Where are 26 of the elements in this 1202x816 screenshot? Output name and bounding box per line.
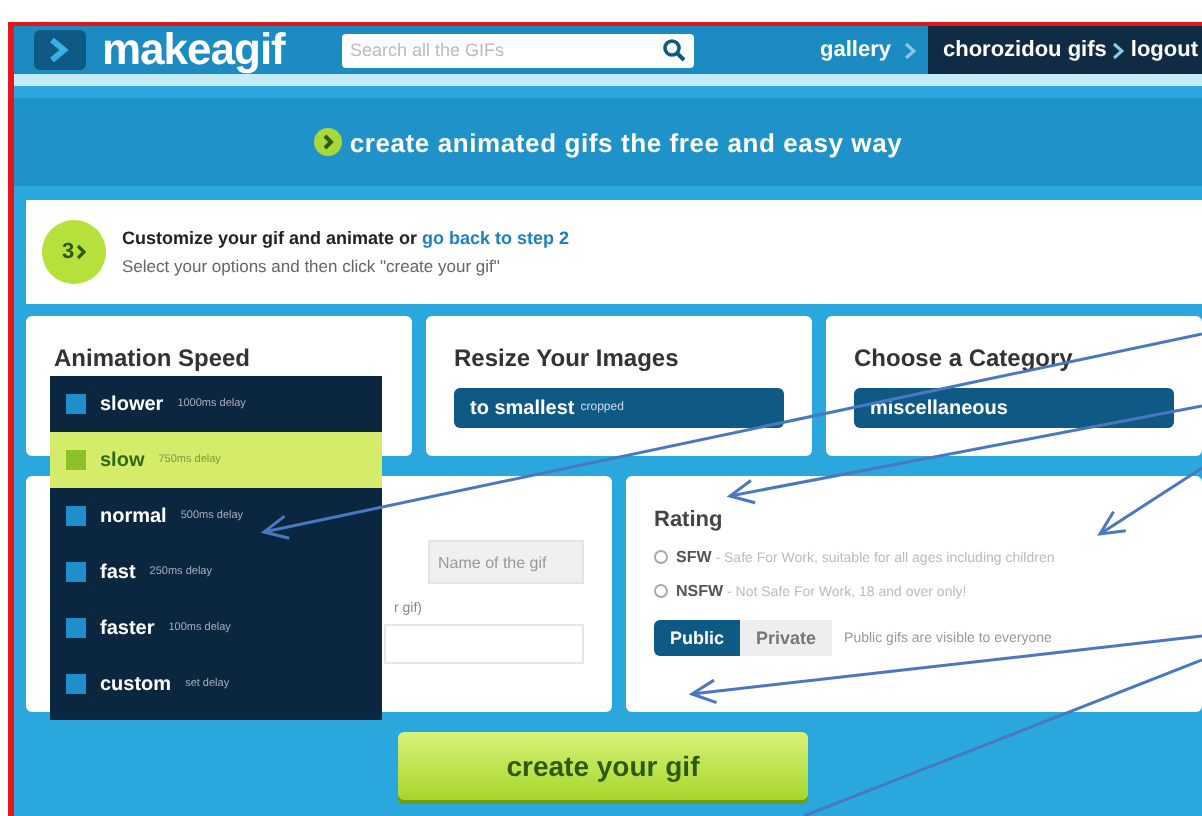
step-subtitle: Select your options and then click "create your gif" — [122, 256, 502, 276]
nav-link[interactable]: logout — [1130, 38, 1198, 62]
search-field[interactable]: Search all the GIFs — [342, 33, 694, 67]
text-field[interactable] — [384, 624, 584, 664]
chevron-icon — [903, 41, 915, 59]
card-title: Resize Your Images — [454, 344, 681, 372]
chevron-icon — [1112, 41, 1125, 59]
banner-text: create animated gifs the free and easy way — [349, 127, 903, 157]
radio-button[interactable] — [654, 584, 668, 598]
nav-link[interactable]: chorozidou gifs — [943, 38, 1107, 62]
create-button[interactable]: create your gif — [398, 732, 808, 800]
card-title: Animation Speed — [54, 344, 253, 372]
logo: makeagif — [102, 28, 288, 72]
visibility-toggle[interactable]: Private — [740, 620, 833, 656]
nav-link[interactable]: gallery — [812, 38, 899, 62]
radio-button[interactable] — [654, 550, 668, 564]
visibility-toggle[interactable]: Public — [654, 620, 741, 656]
step-title: Customize your gif and animate or go back to step 2 — [122, 228, 570, 248]
category-select[interactable]: miscellaneous — [854, 388, 1174, 428]
card-title: Choose a Category — [854, 344, 1075, 372]
logo-icon — [34, 30, 86, 70]
back-link[interactable]: go back to step 2 — [422, 228, 570, 248]
card-title: Rating — [654, 508, 725, 532]
name-field[interactable]: Name of the gif — [428, 540, 584, 584]
step-badge: 3 — [42, 220, 106, 284]
go-icon — [313, 128, 342, 156]
